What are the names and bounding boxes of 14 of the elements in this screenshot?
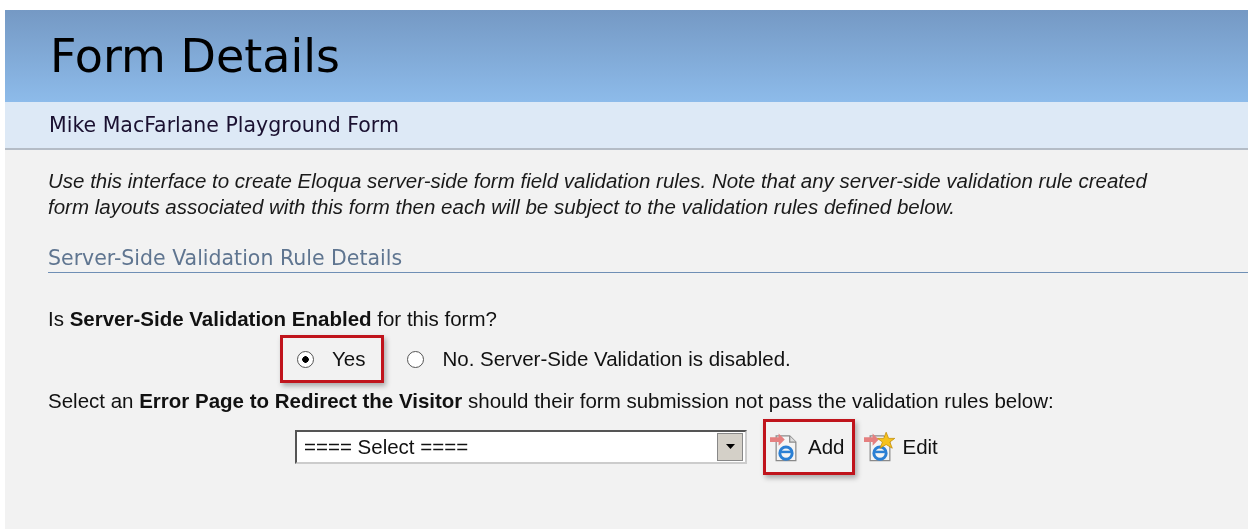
radio-button[interactable] xyxy=(297,350,314,368)
radio-button[interactable] xyxy=(407,350,425,368)
description-text: Use this interface to create Eloqua server-side form field validation rules. Note that any server-side validation rule created form layouts associated with this form then each will be subject to the validation rules defined below. xyxy=(48,168,1149,220)
link-button[interactable]: Edit xyxy=(902,435,938,459)
form-name: Mike MacFarlane Playground Form xyxy=(49,113,399,137)
error-page-dropdown[interactable]: ==== Select ==== xyxy=(295,430,747,464)
question-text: Is Server-Side Validation Enabled for this form? xyxy=(48,307,498,331)
edit-page-icon[interactable] xyxy=(864,432,897,462)
section-title: Server-Side Validation Rule Details xyxy=(48,246,403,270)
radio-label[interactable]: No. Server-Side Validation is disabled. xyxy=(442,347,791,371)
link-button[interactable]: Add xyxy=(808,435,845,459)
question-text: Select an Error Page to Redirect the Visitor should their form submission not pass the validation rules below: xyxy=(48,389,1055,413)
radio-label[interactable]: Yes xyxy=(332,347,366,371)
page-title: Form Details xyxy=(50,29,340,83)
